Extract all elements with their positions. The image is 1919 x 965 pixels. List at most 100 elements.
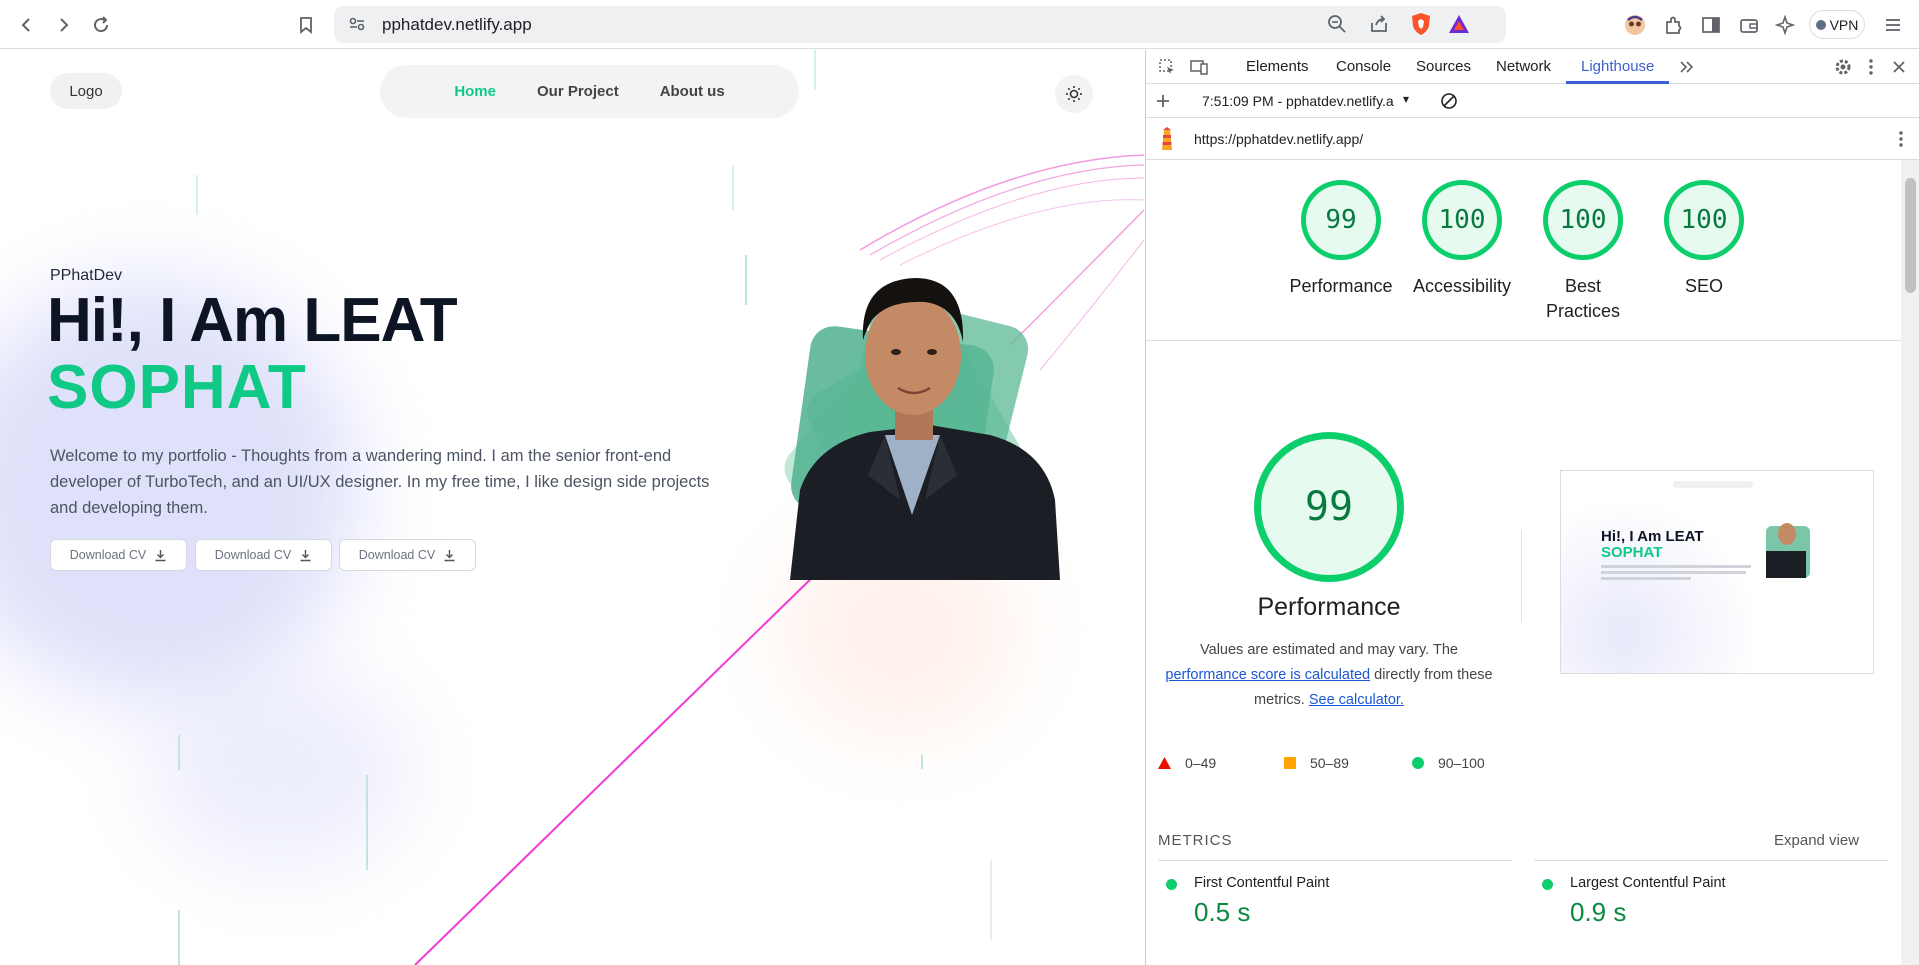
devtools-tab-bar: Elements Console Sources Network Lightho… [1146, 50, 1919, 84]
vpn-button[interactable]: VPN [1809, 10, 1865, 39]
profile-avatar-icon[interactable] [1622, 12, 1648, 38]
note-text-1: Values are estimated and may vary. The [1200, 642, 1458, 658]
pass-circle-icon [1412, 757, 1424, 769]
report-url[interactable]: https://pphatdev.netlify.app/ [1194, 131, 1363, 147]
thumbnail-heading: Hi!, I Am LEAT [1601, 528, 1704, 545]
page-screenshot-thumbnail[interactable]: Hi!, I Am LEAT SOPHAT [1560, 470, 1874, 674]
zoom-icon[interactable] [1324, 11, 1350, 37]
score-gauge-seo[interactable]: 100 [1664, 180, 1744, 260]
legend-fail-label: 0–49 [1185, 755, 1217, 771]
bookmark-icon[interactable] [293, 12, 319, 38]
download-cv-label: Download CV [69, 548, 147, 562]
vpn-status-icon [1815, 19, 1826, 30]
download-cv-button[interactable]: Download CV [50, 539, 187, 571]
score-label-accessibility: Accessibility [1412, 276, 1512, 296]
performance-main-gauge: 99 [1254, 432, 1404, 582]
report-selector[interactable]: 7:51:09 PM - pphatdev.netlify.a [1202, 93, 1394, 109]
tab-elements[interactable]: Elements [1246, 58, 1309, 75]
download-icon [444, 549, 455, 561]
score-gauge-accessibility[interactable]: 100 [1422, 180, 1502, 260]
legend-pass: 90–100 [1412, 755, 1485, 771]
tab-sources[interactable]: Sources [1416, 58, 1471, 75]
hero-intro: Welcome to my portfolio - Thoughts from … [50, 447, 710, 517]
settings-gear-icon[interactable] [1830, 54, 1856, 80]
lighthouse-logo-icon [1154, 126, 1180, 152]
average-square-icon [1284, 757, 1296, 769]
report-menu-icon[interactable] [1888, 126, 1914, 152]
performance-score-link[interactable]: performance score is calculated [1165, 667, 1370, 683]
clear-reports-icon[interactable] [1436, 88, 1462, 114]
vertical-divider [1521, 530, 1522, 622]
share-icon[interactable] [1366, 11, 1392, 37]
more-tabs-icon[interactable] [1674, 54, 1700, 80]
site-settings-icon[interactable] [344, 11, 370, 37]
hero-heading: Hi!, I Am LEAT [47, 286, 458, 355]
legend-average: 50–89 [1284, 755, 1349, 771]
scrollbar-thumb[interactable] [1905, 178, 1916, 293]
close-devtools-icon[interactable] [1886, 54, 1912, 80]
hero-heading-name: SOPHAT [47, 353, 307, 422]
metrics-header: METRICS [1158, 832, 1233, 849]
tab-network[interactable]: Network [1496, 58, 1551, 75]
legend-fail: 0–49 [1158, 755, 1216, 771]
metric-value: 0.9 s [1570, 897, 1627, 927]
legend-pass-label: 90–100 [1438, 755, 1485, 771]
theme-toggle-button[interactable] [1055, 75, 1093, 113]
menu-icon[interactable] [1880, 12, 1906, 38]
score-label-seo: SEO [1684, 276, 1723, 296]
nav-home[interactable]: Home [454, 83, 496, 100]
inspect-element-icon[interactable] [1154, 54, 1180, 80]
leo-ai-icon[interactable] [1772, 12, 1798, 38]
metrics-divider [1534, 860, 1888, 861]
thumbnail-heading-name: SOPHAT [1601, 544, 1663, 561]
back-icon[interactable] [14, 12, 40, 38]
address-bar[interactable]: pphatdev.netlify.app [334, 6, 1506, 43]
metric-name: First Contentful Paint [1194, 875, 1330, 891]
report-scrollbar[interactable] [1901, 160, 1919, 965]
download-icon [300, 549, 311, 561]
tab-lighthouse[interactable]: Lighthouse [1581, 58, 1654, 75]
device-toolbar-icon[interactable] [1186, 54, 1212, 80]
brave-shields-icon[interactable] [1408, 11, 1434, 37]
devtools-panel: Elements Console Sources Network Lightho… [1145, 50, 1919, 965]
report-dropdown-icon[interactable]: ▾ [1403, 92, 1409, 106]
url-text[interactable]: pphatdev.netlify.app [382, 15, 532, 35]
lighthouse-report: 99 100 100 100 Performance Accessibility… [1146, 160, 1902, 965]
nav-about-us[interactable]: About us [660, 83, 725, 100]
more-options-icon[interactable] [1858, 54, 1884, 80]
download-icon [155, 549, 166, 561]
browser-toolbar: pphatdev.netlify.app VPN [0, 0, 1919, 49]
see-calculator-link[interactable]: See calculator. [1309, 692, 1404, 708]
score-label-best-practices: Best Practices [1545, 276, 1621, 321]
forward-icon[interactable] [50, 12, 76, 38]
download-cv-button[interactable]: Download CV [195, 539, 332, 571]
brand-name: PPhatDev [50, 267, 123, 284]
reload-icon[interactable] [88, 12, 114, 38]
sidebar-icon[interactable] [1698, 12, 1724, 38]
wallet-icon[interactable] [1736, 12, 1762, 38]
tab-console[interactable]: Console [1336, 58, 1391, 75]
score-gauge-best-practices[interactable]: 100 [1543, 180, 1623, 260]
logo-button[interactable]: Logo [50, 73, 122, 109]
lighthouse-report-bar: 7:51:09 PM - pphatdev.netlify.a ▾ [1146, 84, 1919, 118]
new-report-plus-icon[interactable] [1150, 88, 1176, 114]
section-divider [1146, 340, 1902, 341]
expand-view-toggle[interactable]: Expand view [1774, 832, 1859, 849]
download-cv-label: Download CV [358, 548, 436, 562]
download-cv-button[interactable]: Download CV [339, 539, 476, 571]
fail-triangle-icon [1158, 757, 1171, 769]
profile-photo [784, 278, 1060, 580]
sun-icon [1066, 86, 1082, 102]
score-gauge-performance[interactable]: 99 [1301, 180, 1381, 260]
pass-circle-icon [1166, 879, 1177, 890]
metrics-divider [1158, 860, 1512, 861]
brave-rewards-icon[interactable] [1446, 11, 1472, 37]
main-nav: Home Our Project About us [380, 65, 799, 118]
webpage: Logo Home Our Project About us PPhatDev … [0, 50, 1144, 965]
metric-name: Largest Contentful Paint [1570, 875, 1726, 891]
download-cv-label: Download CV [214, 548, 292, 562]
performance-note: Values are estimated and may vary. The p… [1158, 638, 1500, 713]
extensions-icon[interactable] [1660, 12, 1686, 38]
nav-our-project[interactable]: Our Project [537, 83, 619, 100]
legend-average-label: 50–89 [1310, 755, 1349, 771]
